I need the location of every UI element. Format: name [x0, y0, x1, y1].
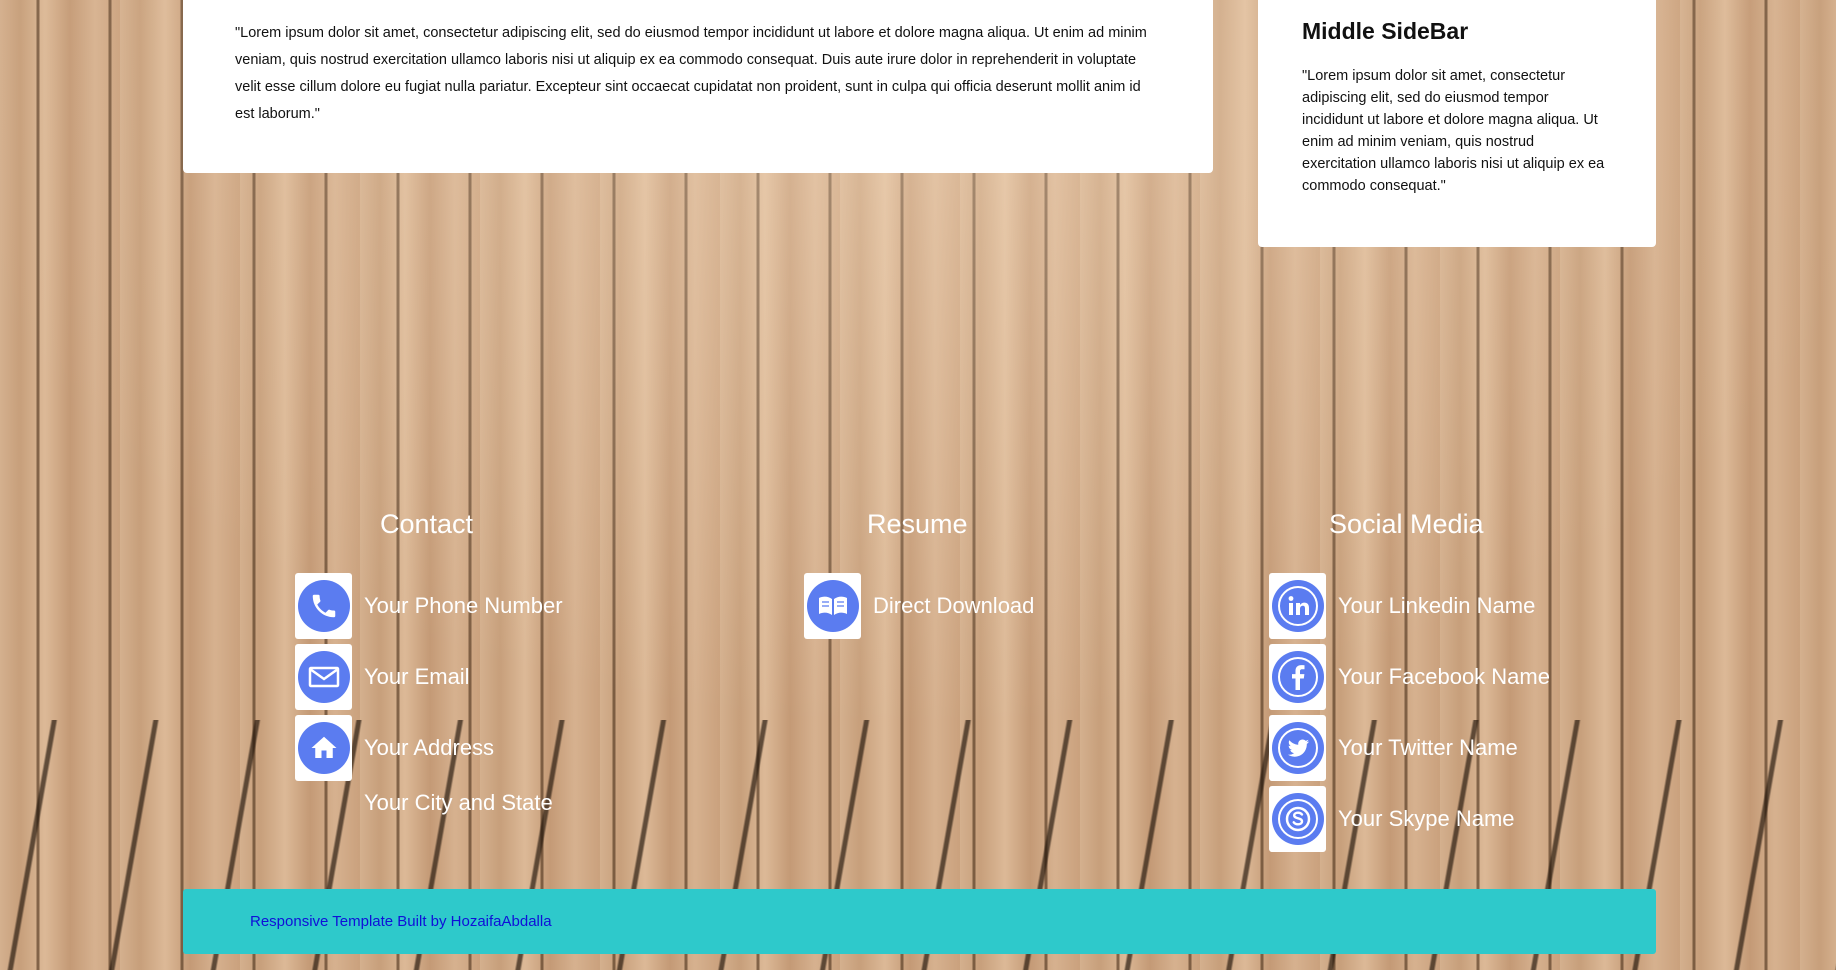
home-icon	[297, 722, 350, 774]
twitter-icon-box	[1269, 715, 1326, 781]
main-content-card: "Lorem ipsum dolor sit amet, consectetur…	[183, 0, 1213, 173]
linkedin-label: Your Linkedin Name	[1338, 593, 1536, 618]
resume-download[interactable]: Direct Download	[804, 573, 1034, 639]
social-heading: Social Media	[1329, 509, 1484, 539]
city-state-label: Your City and State	[364, 790, 553, 815]
social-twitter[interactable]: Your Twitter Name	[1269, 715, 1518, 781]
book-icon	[806, 580, 859, 632]
facebook-icon-box	[1269, 644, 1326, 710]
contact-address[interactable]: Your Address	[295, 715, 494, 781]
download-icon-box	[804, 573, 861, 639]
skype-icon	[1271, 793, 1324, 845]
footer-bar: Responsive Template Built by HozaifaAbda…	[183, 889, 1656, 954]
email-icon-box	[295, 644, 352, 710]
phone-icon	[297, 580, 350, 632]
twitter-label: Your Twitter Name	[1338, 735, 1518, 760]
skype-label: Your Skype Name	[1338, 806, 1515, 831]
email-label: Your Email	[364, 664, 470, 689]
contact-email[interactable]: Your Email	[295, 644, 470, 710]
linkedin-icon-box	[1269, 573, 1326, 639]
main-paragraph: "Lorem ipsum dolor sit amet, consectetur…	[235, 25, 1147, 122]
sidebar-paragraph: "Lorem ipsum dolor sit amet, consectetur…	[1302, 68, 1605, 194]
contact-phone[interactable]: Your Phone Number	[295, 573, 563, 639]
address-icon-box	[295, 715, 352, 781]
sidebar-title: Middle SideBar	[1302, 18, 1469, 44]
address-label: Your Address	[364, 735, 495, 760]
resume-heading: Resume	[867, 509, 968, 539]
social-linkedin[interactable]: Your Linkedin Name	[1269, 573, 1535, 639]
social-skype[interactable]: Your Skype Name	[1269, 786, 1515, 852]
contact-heading: Contact	[380, 509, 474, 539]
twitter-icon	[1271, 722, 1324, 774]
social-facebook[interactable]: Your Facebook Name	[1269, 644, 1550, 710]
linkedin-icon	[1271, 580, 1324, 632]
facebook-icon	[1271, 651, 1324, 703]
skype-icon-box	[1269, 786, 1326, 852]
facebook-label: Your Facebook Name	[1338, 664, 1550, 689]
phone-icon-box	[295, 573, 352, 639]
download-label: Direct Download	[873, 593, 1035, 618]
phone-label: Your Phone Number	[364, 593, 563, 618]
middle-sidebar-card: Middle SideBar "Lorem ipsum dolor sit am…	[1258, 0, 1656, 247]
envelope-icon	[297, 651, 350, 703]
footer-credit-link[interactable]: Responsive Template Built by HozaifaAbda…	[250, 913, 552, 930]
